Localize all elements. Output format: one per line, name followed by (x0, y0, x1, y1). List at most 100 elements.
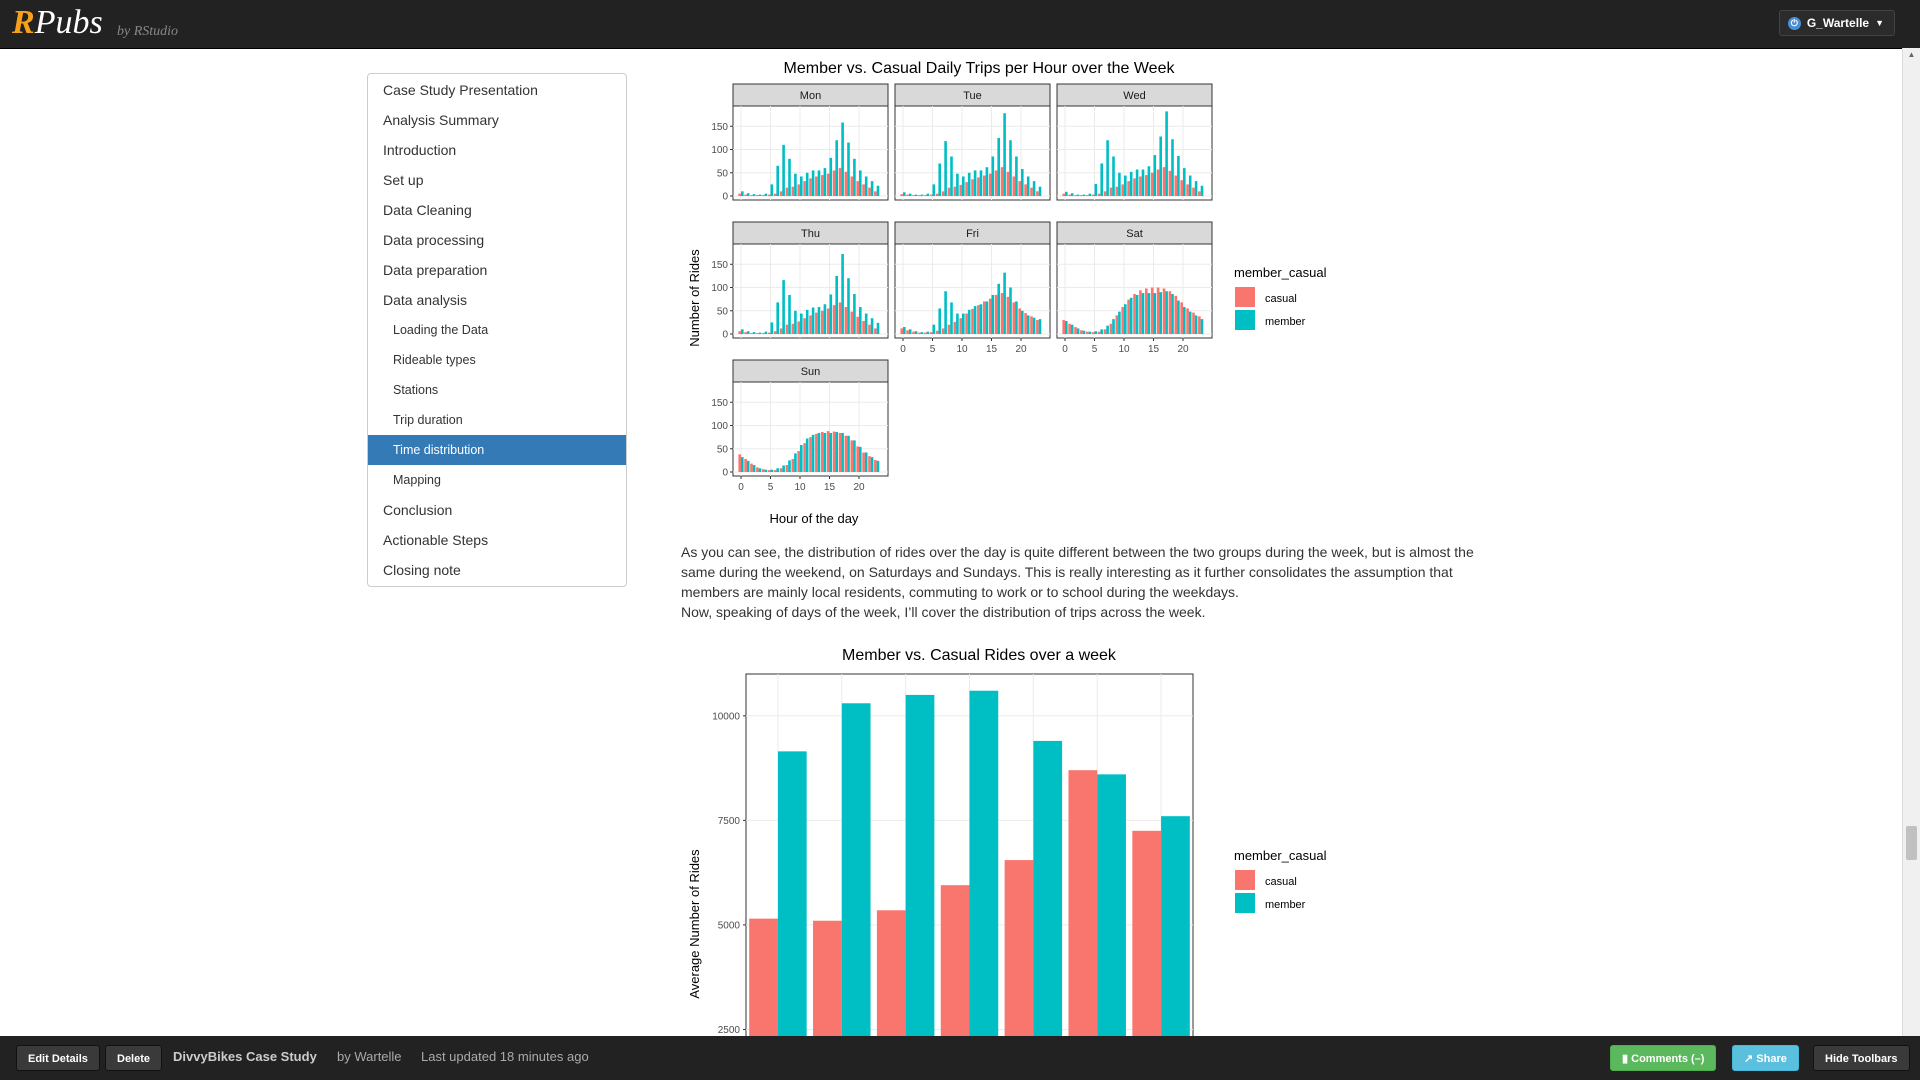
toc-item[interactable]: Data preparation (368, 255, 626, 285)
toc-item[interactable]: Set up (368, 165, 626, 195)
scroll-up-icon[interactable]: ▲ (1903, 50, 1920, 59)
page-scrollbar[interactable]: ▲ (1902, 48, 1920, 1036)
bar-member (859, 307, 862, 334)
toc-item[interactable]: Trip duration (368, 405, 626, 435)
bar-member (1194, 315, 1198, 334)
toc-item[interactable]: Rideable types (368, 345, 626, 375)
bar-member (985, 167, 989, 196)
bar-member (741, 457, 744, 472)
bar-casual (1139, 290, 1142, 334)
bar-casual (762, 469, 765, 472)
toc-item[interactable]: Data Cleaning (368, 195, 626, 225)
bar-casual (1012, 176, 1016, 196)
bar-member (1032, 181, 1036, 196)
y-tick-label: 50 (717, 306, 729, 317)
toc-item[interactable]: Time distribution (368, 435, 626, 465)
toc-item[interactable]: Mapping (368, 465, 626, 495)
bar-member (920, 194, 924, 196)
bar-member (914, 194, 918, 196)
last-updated-label: Last updated 18 minutes ago (421, 1049, 589, 1064)
toc-item[interactable]: Case Study Presentation (368, 75, 626, 105)
bar-member (903, 327, 906, 334)
rpubs-logo[interactable]: RPubs (12, 6, 103, 40)
bar-member (1076, 328, 1080, 334)
toc-item[interactable]: Analysis Summary (368, 105, 626, 135)
bar-casual (953, 186, 957, 196)
toc-item[interactable]: Loading the Data (368, 315, 626, 345)
bar-member (847, 278, 850, 334)
bar-casual (994, 170, 998, 196)
bar-casual (1062, 320, 1065, 334)
bar-member (1038, 186, 1042, 196)
bar-member (1015, 301, 1018, 334)
bar-casual (767, 470, 771, 472)
bar-casual (983, 301, 986, 334)
bar-casual (924, 195, 927, 196)
bar-member (811, 170, 815, 196)
legend-label-casual: casual (1265, 876, 1297, 888)
toc-item[interactable]: Closing note (368, 555, 626, 585)
bar-member (758, 332, 762, 334)
facet-label: Tue (963, 90, 982, 102)
comments-button[interactable]: ▮ Comments (–) (1610, 1045, 1717, 1071)
bar-casual (941, 328, 945, 334)
bar-member (967, 309, 971, 334)
bar-member (800, 313, 803, 334)
bar-casual (900, 328, 903, 334)
bar-member (776, 468, 779, 472)
legend-label-casual: casual (1265, 293, 1297, 305)
bar-casual (773, 193, 777, 196)
bar-member (829, 157, 833, 196)
bottom-toolbar: Edit Details Delete DivvyBikes Case Stud… (0, 1036, 1920, 1080)
bar-member (847, 435, 850, 472)
bar-member (853, 158, 856, 196)
delete-button[interactable]: Delete (105, 1045, 163, 1071)
table-of-contents: Case Study Presentation Analysis Summary I… (367, 73, 627, 587)
bar-casual (844, 435, 848, 472)
bar-member (1009, 287, 1012, 334)
bar-member (1003, 272, 1006, 334)
bar-casual (941, 191, 945, 196)
bar-casual (1121, 307, 1124, 334)
bar-casual (1004, 860, 1034, 1058)
toc-item[interactable]: Stations (368, 375, 626, 405)
bar-member (997, 283, 1000, 334)
bar-casual (977, 305, 980, 334)
toc-item[interactable]: Introduction (368, 135, 626, 165)
bar-casual (1150, 172, 1154, 196)
toc-item[interactable]: Data analysis (368, 285, 626, 315)
toc-item[interactable]: Actionable Steps (368, 525, 626, 555)
share-button[interactable]: ↗ Share (1732, 1045, 1799, 1071)
bar-casual (1145, 288, 1148, 334)
edit-details-button[interactable]: Edit Details (16, 1045, 100, 1071)
bar-casual (1174, 295, 1178, 334)
toc-item[interactable]: Data processing (368, 225, 626, 255)
bar-member (1124, 175, 1127, 196)
bar-casual (744, 332, 747, 334)
facet-label: Thu (801, 228, 820, 240)
bar-casual (1036, 320, 1039, 334)
scrollbar-thumb[interactable] (1906, 826, 1917, 860)
share-label: Share (1756, 1053, 1787, 1065)
y-axis-title: Average Number of Rides (687, 849, 702, 999)
bar-member (1200, 319, 1204, 334)
bar-member (870, 318, 874, 334)
user-menu-button[interactable]: ⏻ G_Wartelle ▼ (1778, 10, 1895, 36)
bar-member (841, 122, 844, 196)
x-tick-label: 20 (1015, 344, 1027, 355)
bar-member (1032, 317, 1036, 334)
bar-member (1188, 175, 1192, 196)
toc-item[interactable]: Conclusion (368, 495, 626, 525)
legend-swatch-casual (1235, 870, 1255, 890)
bar-member (1094, 331, 1098, 334)
bar-casual (738, 331, 741, 334)
bar-member (1009, 140, 1012, 196)
bar-member (1100, 163, 1103, 196)
share-icon: ↗ (1744, 1053, 1754, 1065)
bar-casual (809, 437, 812, 472)
bar-member (859, 446, 862, 472)
bar-casual (797, 321, 800, 334)
bar-casual (756, 195, 759, 196)
hide-toolbars-button[interactable]: Hide Toolbars (1813, 1045, 1910, 1071)
bar-casual (1024, 184, 1027, 196)
